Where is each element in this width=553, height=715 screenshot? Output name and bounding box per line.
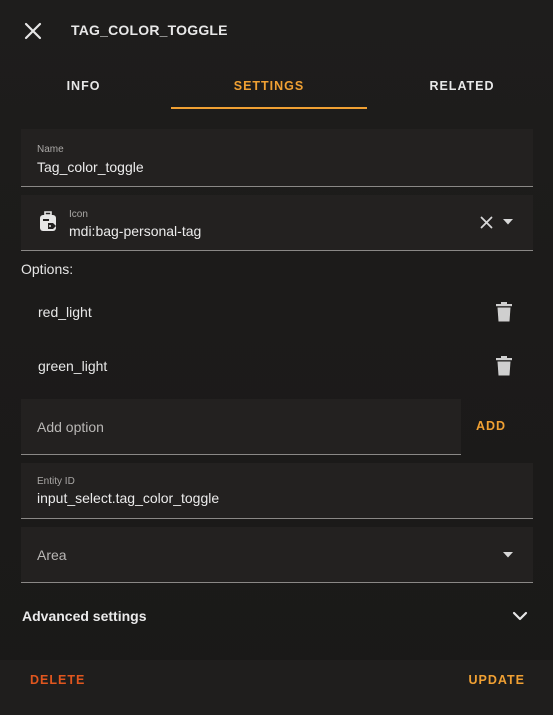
area-placeholder: Area: [37, 547, 67, 563]
icon-field-value: mdi:bag-personal-tag: [69, 223, 202, 239]
dropdown-arrow-icon[interactable]: [503, 219, 513, 225]
delete-option-icon[interactable]: [496, 356, 512, 376]
option-row: green_light: [21, 346, 533, 386]
dialog-footer: DELETE UPDATE: [0, 660, 553, 715]
option-label: red_light: [38, 304, 92, 320]
update-button[interactable]: UPDATE: [469, 673, 525, 687]
name-field-label: Name: [37, 144, 64, 155]
icon-field[interactable]: Icon mdi:bag-personal-tag: [21, 195, 533, 251]
tab-settings[interactable]: SETTINGS: [171, 64, 367, 110]
dialog-header: TAG_COLOR_TOGGLE: [0, 0, 553, 60]
clear-icon[interactable]: [480, 216, 493, 229]
option-label: green_light: [38, 358, 108, 374]
option-row: red_light: [21, 292, 533, 332]
tab-info[interactable]: INFO: [0, 64, 167, 110]
delete-button[interactable]: DELETE: [30, 673, 85, 687]
tab-bar: INFO SETTINGS RELATED: [0, 64, 553, 110]
name-field[interactable]: Name Tag_color_toggle: [21, 129, 533, 187]
add-option-input[interactable]: Add option: [21, 399, 461, 455]
dialog-title: TAG_COLOR_TOGGLE: [71, 22, 228, 38]
add-option-button[interactable]: ADD: [476, 419, 506, 433]
options-label: Options:: [21, 261, 74, 277]
icon-field-label: Icon: [69, 209, 88, 220]
entity-id-value: input_select.tag_color_toggle: [37, 490, 220, 506]
delete-option-icon[interactable]: [496, 302, 512, 322]
tab-related[interactable]: RELATED: [371, 64, 553, 110]
area-select[interactable]: Area: [21, 527, 533, 583]
entity-id-label: Entity ID: [37, 476, 75, 487]
name-field-value: Tag_color_toggle: [37, 159, 144, 175]
close-icon[interactable]: [20, 18, 46, 44]
chevron-down-icon[interactable]: [512, 610, 528, 622]
add-option-placeholder: Add option: [37, 419, 104, 435]
bag-personal-tag-icon: [40, 211, 56, 231]
entity-id-field[interactable]: Entity ID input_select.tag_color_toggle: [21, 463, 533, 519]
dropdown-arrow-icon: [503, 552, 513, 558]
advanced-settings-toggle[interactable]: Advanced settings: [22, 608, 146, 624]
active-tab-indicator: [171, 107, 367, 109]
